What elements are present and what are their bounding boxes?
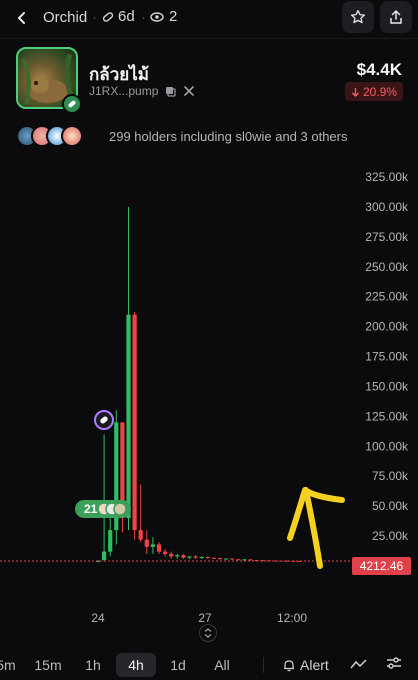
chevron-left-icon (17, 12, 25, 24)
arrow-down-icon (351, 87, 359, 97)
y-tick-label: 50.00k (372, 499, 409, 513)
price-change-value: 20.9% (362, 84, 397, 99)
y-tick-label: 25.00k (372, 529, 409, 543)
alert-label: Alert (300, 657, 329, 673)
share-button[interactable] (380, 1, 412, 33)
candle-body (217, 558, 223, 560)
candle-body (248, 559, 253, 561)
market-cap: $4.4K (356, 60, 402, 79)
trader-avatar (113, 502, 127, 516)
pump-badge-icon (62, 94, 82, 114)
holder-avatars[interactable] (16, 124, 83, 148)
copy-icon[interactable] (165, 86, 176, 97)
share-icon (390, 9, 402, 24)
separator-dot: · (141, 9, 146, 26)
timeframe-bar: 5m 15m 1h 4h 1d All Alert (0, 648, 418, 680)
candle-body (132, 314, 137, 531)
candle-body (236, 559, 241, 561)
indicator-button[interactable] (350, 657, 367, 675)
candle-body (230, 558, 235, 560)
chart-overlays: 21 (0, 410, 352, 569)
x-tick-label: 12:00 (277, 611, 307, 625)
timeframe-all[interactable]: All (207, 653, 237, 677)
candle-body (205, 557, 210, 559)
y-axis: 325.00k 300.00k 275.00k 250.00k 225.00k 200.0… (365, 170, 409, 543)
y-tick-label: 200.00k (365, 320, 409, 334)
y-tick-label: 125.00k (365, 409, 409, 423)
holder-avatar (61, 125, 83, 147)
y-tick-label: 150.00k (365, 379, 409, 393)
header-divider (0, 38, 418, 39)
pill-icon (102, 11, 114, 22)
candle-body (193, 556, 198, 558)
contract-address-row: J1RX...pump (89, 84, 195, 98)
toolbar-divider (263, 657, 264, 673)
candle-body (199, 557, 204, 559)
y-tick-label: 250.00k (365, 260, 409, 274)
timeframe-1d[interactable]: 1d (166, 653, 190, 677)
y-tick-label: 75.00k (372, 469, 409, 483)
y-tick-label: 175.00k (365, 350, 409, 364)
watchers: 2 (150, 8, 177, 25)
y-tick-label: 325.00k (365, 170, 409, 184)
y-tick-label: 300.00k (365, 200, 409, 214)
candle-body (150, 544, 155, 547)
token-symbol-title: Orchid (43, 9, 88, 26)
candle-body (187, 556, 192, 558)
line-chart-icon (350, 659, 367, 669)
x-twitter-icon[interactable] (183, 85, 195, 97)
expand-chart-button[interactable] (199, 624, 217, 642)
token-age: 6d (102, 8, 135, 25)
candle-body (138, 530, 143, 540)
candle-body (102, 551, 107, 561)
bell-icon (284, 659, 294, 671)
contract-address: J1RX...pump (89, 84, 159, 98)
watchers-count: 2 (169, 8, 178, 25)
settings-sliders-icon (387, 657, 401, 669)
price-change-badge: 20.9% (344, 82, 403, 101)
current-price-label: 4212.46 (352, 557, 411, 575)
y-tick-label: 275.00k (365, 230, 409, 244)
top-bar: Orchid · 6d · 2 (0, 0, 418, 36)
candle-body (175, 555, 180, 557)
separator-dot: · (92, 9, 97, 26)
candle-body (144, 539, 149, 547)
favorite-button[interactable] (342, 1, 374, 33)
annotation-arrow-icon (287, 487, 345, 569)
candle-body (163, 551, 168, 555)
star-icon (350, 9, 366, 24)
candle-body (181, 555, 186, 558)
y-tick-label: 100.00k (365, 439, 409, 453)
timeframe-4h[interactable]: 4h (116, 653, 156, 677)
candle-body (156, 544, 162, 552)
candle-body (108, 530, 113, 552)
x-tick-label: 24 (91, 611, 105, 625)
eye-icon (150, 11, 164, 22)
candle-body (126, 314, 131, 519)
back-button[interactable] (10, 6, 34, 30)
timeframe-1h[interactable]: 1h (80, 653, 106, 677)
y-tick-label: 225.00k (365, 290, 409, 304)
chevron-up-down-icon (204, 628, 212, 638)
x-tick-label: 27 (198, 611, 212, 625)
timeframe-5m[interactable]: 5m (0, 653, 18, 677)
candle-body (169, 554, 174, 557)
chart-settings-button[interactable] (386, 656, 402, 675)
x-axis: 24 27 12:00 (91, 611, 307, 625)
timeframe-15m[interactable]: 15m (33, 653, 63, 677)
age-value: 6d (118, 8, 135, 25)
candle-body (242, 559, 247, 561)
candle-body (211, 557, 216, 559)
holders-summary: 299 holders including sl0wie and 3 other… (109, 129, 348, 144)
trades-count: 21 (84, 502, 98, 516)
candle-body (224, 558, 229, 560)
alert-button[interactable]: Alert (283, 653, 329, 677)
